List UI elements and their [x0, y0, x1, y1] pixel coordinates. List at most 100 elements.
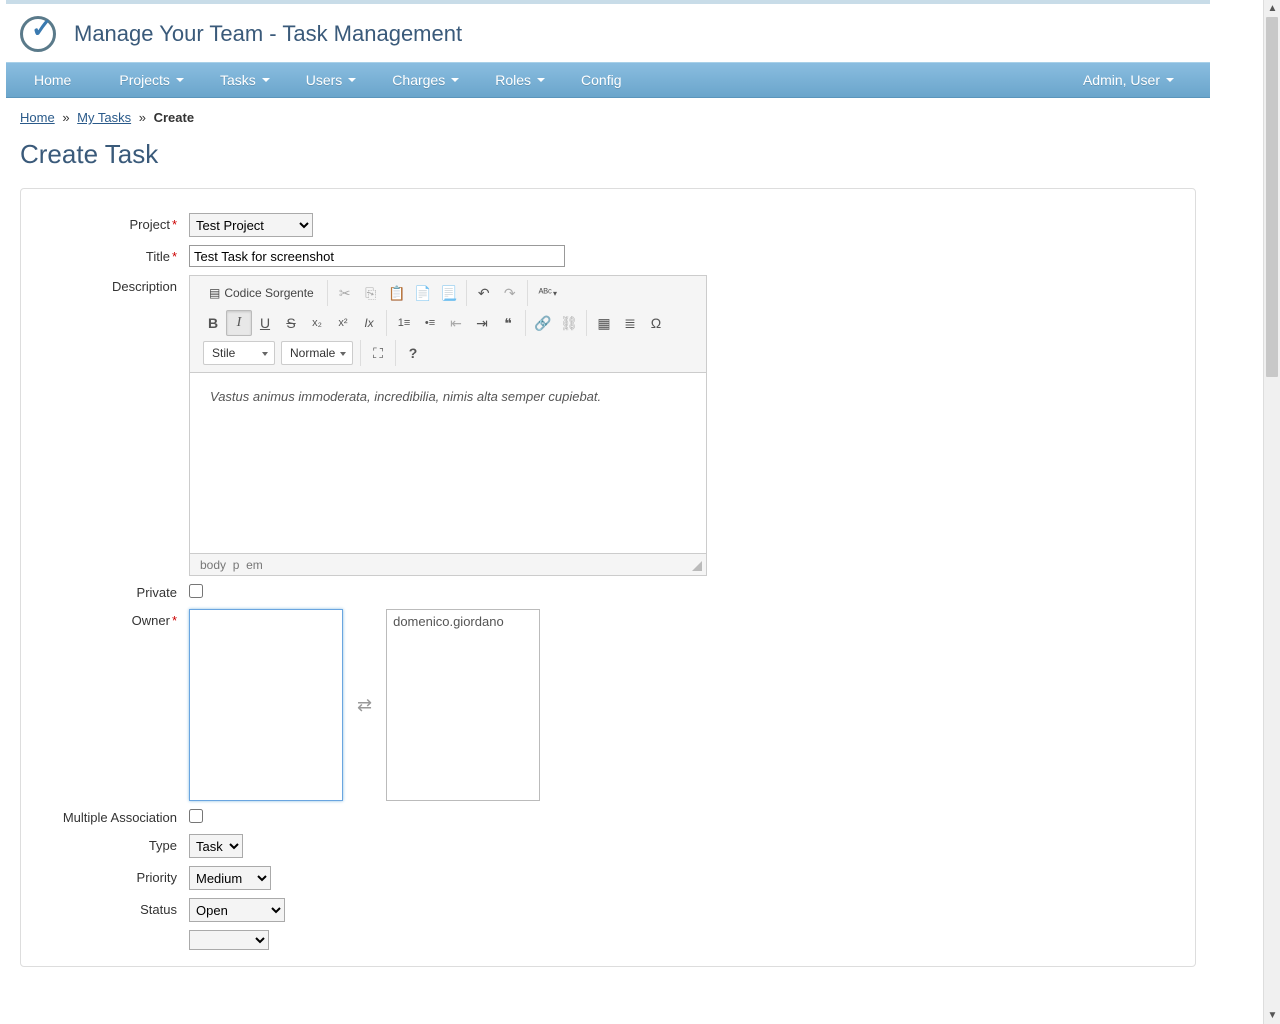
redo-button[interactable]: ↷	[497, 280, 523, 306]
unlink-icon: ⛓	[560, 315, 578, 332]
owner-label: Owner*	[21, 609, 189, 628]
rich-text-editor: ▤Codice Sorgente ✂ ⎘ 📋 📄 📃 ↶	[189, 275, 707, 576]
ul-icon: •≡	[425, 317, 435, 329]
private-checkbox[interactable]	[189, 584, 203, 598]
source-button[interactable]: ▤Codice Sorgente	[200, 280, 323, 306]
status-select[interactable]: Open	[189, 898, 285, 922]
strike-icon: S	[286, 315, 295, 331]
spellcheck-icon: ᴬᴮᶜ	[539, 287, 552, 299]
quote-icon: ❝	[504, 315, 512, 332]
chevron-down-icon	[262, 78, 270, 82]
nav-user-menu[interactable]: Admin, User	[1065, 72, 1192, 88]
priority-label: Priority	[21, 866, 189, 885]
nav-projects[interactable]: Projects	[101, 72, 202, 88]
page-scrollbar[interactable]: ▲ ▼	[1263, 0, 1280, 1024]
breadcrumb-home[interactable]: Home	[20, 110, 55, 125]
help-icon: ?	[409, 345, 418, 361]
nav-home[interactable]: Home	[14, 72, 101, 88]
source-icon: ▤	[209, 286, 220, 300]
table-icon: ▦	[597, 315, 610, 332]
nav-users[interactable]: Users	[288, 72, 375, 88]
superscript-button[interactable]: x²	[330, 310, 356, 336]
priority-select[interactable]: Medium	[189, 866, 271, 890]
style-select[interactable]: Stile	[203, 341, 275, 365]
editor-footer: body p em	[190, 553, 706, 575]
superscript-icon: x²	[338, 317, 347, 329]
path-em[interactable]: em	[246, 558, 263, 572]
underline-button[interactable]: U	[252, 310, 278, 336]
path-body[interactable]: body	[200, 558, 226, 572]
link-icon: 🔗	[534, 315, 551, 332]
paste-word-button[interactable]: 📃	[436, 280, 462, 306]
strike-button[interactable]: S	[278, 310, 304, 336]
partial-label	[21, 930, 189, 934]
resize-handle-icon[interactable]	[692, 561, 702, 571]
app-header: Manage Your Team - Task Management	[6, 4, 1210, 62]
bold-button[interactable]: B	[200, 310, 226, 336]
nav-tasks[interactable]: Tasks	[202, 72, 288, 88]
paste-text-icon: 📄	[414, 285, 431, 302]
paste-word-icon: 📃	[440, 285, 457, 302]
editor-toolbar: ▤Codice Sorgente ✂ ⎘ 📋 📄 📃 ↶	[190, 276, 706, 373]
omega-icon: Ω	[651, 315, 661, 331]
breadcrumb: Home » My Tasks » Create	[6, 98, 1210, 131]
maximize-button[interactable]: ⛶	[365, 340, 391, 366]
subscript-button[interactable]: x₂	[304, 310, 330, 336]
scroll-down-arrow[interactable]: ▼	[1264, 1007, 1280, 1024]
list-item[interactable]: domenico.giordano	[393, 614, 533, 629]
status-label: Status	[21, 898, 189, 917]
unlink-button[interactable]: ⛓	[556, 310, 582, 336]
cut-icon: ✂	[339, 285, 351, 302]
main-navbar: Home Projects Tasks Users Charges Roles …	[6, 62, 1210, 98]
description-label: Description	[21, 275, 189, 294]
path-p[interactable]: p	[233, 558, 240, 572]
hr-button[interactable]: ≣	[617, 310, 643, 336]
chevron-down-icon	[348, 78, 356, 82]
multiple-association-label: Multiple Association	[21, 810, 189, 825]
indent-button[interactable]: ⇥	[469, 310, 495, 336]
scroll-up-arrow[interactable]: ▲	[1264, 0, 1280, 17]
bold-icon: B	[208, 315, 218, 331]
undo-icon: ↶	[478, 285, 490, 302]
partial-select[interactable]	[189, 930, 269, 950]
page-title: Create Task	[6, 131, 1210, 188]
special-char-button[interactable]: Ω	[643, 310, 669, 336]
owner-selected-listbox[interactable]: domenico.giordano	[386, 609, 540, 801]
ol-icon: 1≡	[398, 317, 411, 329]
remove-format-button[interactable]: Ix	[356, 310, 382, 336]
unordered-list-button[interactable]: •≡	[417, 310, 443, 336]
project-select[interactable]: Test Project	[189, 213, 313, 237]
nav-config[interactable]: Config	[563, 72, 639, 88]
editor-content[interactable]: Vastus animus immoderata, incredibilia, …	[190, 373, 706, 553]
outdent-button[interactable]: ⇤	[443, 310, 469, 336]
redo-icon: ↷	[504, 285, 516, 302]
paste-text-button[interactable]: 📄	[410, 280, 436, 306]
link-button[interactable]: 🔗	[530, 310, 556, 336]
swap-icon[interactable]: ⇄	[357, 695, 372, 716]
type-select[interactable]: Task	[189, 834, 243, 858]
ordered-list-button[interactable]: 1≡	[391, 310, 417, 336]
multiple-association-checkbox[interactable]	[189, 809, 203, 823]
format-select[interactable]: Normale	[281, 341, 353, 365]
breadcrumb-mytasks[interactable]: My Tasks	[77, 110, 131, 125]
chevron-down-icon	[451, 78, 459, 82]
title-input[interactable]	[189, 245, 565, 267]
nav-roles[interactable]: Roles	[477, 72, 563, 88]
help-button[interactable]: ?	[400, 340, 426, 366]
app-title: Manage Your Team - Task Management	[74, 21, 462, 47]
scroll-thumb[interactable]	[1266, 17, 1278, 377]
undo-button[interactable]: ↶	[471, 280, 497, 306]
underline-icon: U	[260, 315, 270, 331]
create-task-form: Project* Test Project Title* Description	[20, 188, 1196, 967]
copy-button[interactable]: ⎘	[358, 280, 384, 306]
blockquote-button[interactable]: ❝	[495, 310, 521, 336]
paste-button[interactable]: 📋	[384, 280, 410, 306]
italic-button[interactable]: I	[226, 310, 252, 336]
owner-available-listbox[interactable]	[189, 609, 343, 801]
table-button[interactable]: ▦	[591, 310, 617, 336]
cut-button[interactable]: ✂	[332, 280, 358, 306]
spellcheck-button[interactable]: ᴬᴮᶜ▾	[532, 280, 564, 306]
remove-format-icon: Ix	[364, 316, 373, 330]
nav-charges[interactable]: Charges	[374, 72, 477, 88]
hr-icon: ≣	[624, 315, 636, 332]
